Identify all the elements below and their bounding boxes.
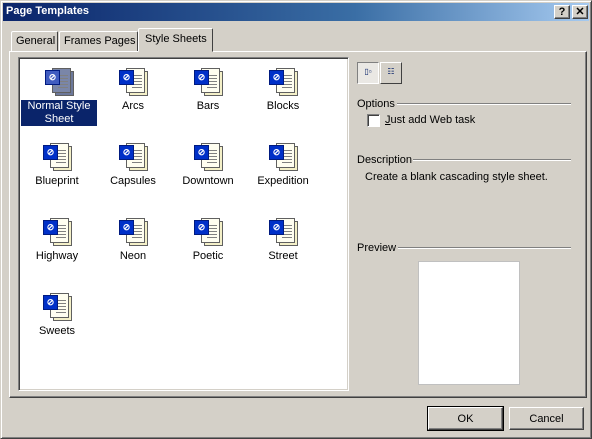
- help-button[interactable]: ?: [554, 5, 570, 19]
- style-sheet-icon: ⊘: [41, 141, 73, 173]
- preview-heading: Preview: [357, 242, 397, 254]
- template-item-expedition[interactable]: ⊘ Expedition: [245, 137, 321, 205]
- close-button[interactable]: ✕: [572, 5, 588, 19]
- dialog-title: Page Templates: [6, 5, 89, 17]
- template-item-blueprint[interactable]: ⊘ Blueprint: [19, 137, 95, 205]
- template-label: Poetic: [192, 250, 224, 262]
- template-item-downtown[interactable]: ⊘ Downtown: [170, 137, 246, 205]
- description-divider: [413, 159, 571, 161]
- description-text: Create a blank cascading style sheet.: [365, 171, 548, 183]
- style-sheet-icon: ⊘: [41, 216, 73, 248]
- template-label: Downtown: [182, 175, 234, 187]
- preview-pane: [418, 261, 520, 385]
- style-sheet-icon: ⊘: [192, 141, 224, 173]
- style-sheet-icon: ⊘: [43, 66, 75, 98]
- template-item-poetic[interactable]: ⊘ Poetic: [170, 212, 246, 280]
- style-sheet-icon: ⊘: [267, 66, 299, 98]
- template-label: Sweets: [38, 325, 76, 337]
- style-sheet-icon: ⊘: [267, 216, 299, 248]
- ok-button[interactable]: OK: [427, 406, 504, 431]
- template-item-arcs[interactable]: ⊘ Arcs: [95, 62, 171, 130]
- style-sheet-icon: ⊘: [117, 66, 149, 98]
- template-item-street[interactable]: ⊘ Street: [245, 212, 321, 280]
- template-label: Bars: [196, 100, 220, 112]
- options-divider: [397, 103, 571, 105]
- tab-general[interactable]: General: [11, 31, 58, 51]
- style-sheet-icon: ⊘: [267, 141, 299, 173]
- template-label: Blocks: [266, 100, 300, 112]
- tab-style-sheets[interactable]: Style Sheets: [138, 28, 213, 52]
- template-item-normal-style-sheet[interactable]: ⊘ Normal Style Sheet: [20, 62, 98, 130]
- template-item-highway[interactable]: ⊘ Highway: [19, 212, 95, 280]
- view-toggle: ▯▫ ☷: [357, 62, 404, 84]
- template-label: Street: [268, 250, 298, 262]
- large-icons-icon[interactable]: ▯▫: [357, 62, 379, 84]
- title-bar[interactable]: Page Templates ? ✕: [3, 3, 589, 21]
- style-sheet-icon: ⊘: [117, 141, 149, 173]
- style-sheet-icon: ⊘: [41, 291, 73, 323]
- template-label: Arcs: [122, 100, 144, 112]
- cancel-button[interactable]: Cancel: [509, 407, 584, 430]
- template-item-capsules[interactable]: ⊘ Capsules: [95, 137, 171, 205]
- details-icon[interactable]: ☷: [380, 62, 402, 84]
- page-templates-dialog: Page Templates ? ✕ General Frames Pages …: [0, 0, 592, 439]
- template-label: Blueprint: [35, 175, 79, 187]
- options-heading: Options: [357, 98, 395, 110]
- checkbox-label: Just add Web task: [385, 114, 476, 126]
- description-heading: Description: [357, 154, 413, 166]
- style-sheet-icon: ⊘: [192, 216, 224, 248]
- tab-frames-pages[interactable]: Frames Pages: [59, 31, 138, 51]
- template-label: Capsules: [110, 175, 156, 187]
- template-item-neon[interactable]: ⊘ Neon: [95, 212, 171, 280]
- template-list[interactable]: ⊘ Normal Style Sheet ⊘ Arcs ⊘ Bars ⊘ Blo…: [18, 57, 349, 391]
- style-sheet-icon: ⊘: [117, 216, 149, 248]
- template-label: Expedition: [257, 175, 309, 187]
- template-label: Normal Style Sheet: [20, 99, 98, 127]
- style-sheet-icon: ⊘: [192, 66, 224, 98]
- template-item-blocks[interactable]: ⊘ Blocks: [245, 62, 321, 130]
- template-item-sweets[interactable]: ⊘ Sweets: [19, 287, 95, 355]
- template-label: Highway: [35, 250, 79, 262]
- preview-divider: [398, 247, 571, 249]
- template-item-bars[interactable]: ⊘ Bars: [170, 62, 246, 130]
- checkbox-box[interactable]: [367, 114, 380, 127]
- template-label: Neon: [119, 250, 147, 262]
